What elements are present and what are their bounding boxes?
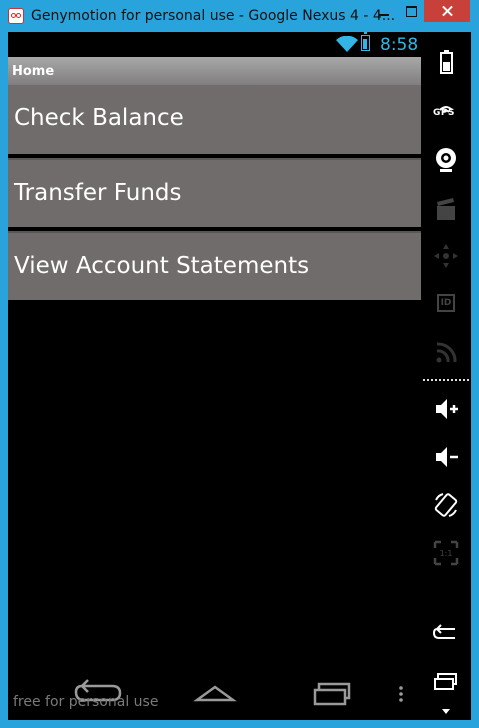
scroll-down-arrow-icon[interactable] — [431, 704, 461, 718]
minimize-button[interactable] — [370, 0, 398, 22]
volume-up-icon[interactable] — [431, 394, 461, 424]
pixel-perfect-icon[interactable]: 1:1 — [431, 538, 461, 568]
overflow-menu-button[interactable] — [391, 674, 411, 710]
genymotion-app-icon — [8, 8, 24, 24]
status-bar: 8:58 — [8, 32, 421, 57]
android-screen: 8:58 Home Check Balance Transfer Funds V… — [8, 32, 421, 720]
battery-icon — [361, 32, 370, 51]
recent-apps-nav-button[interactable] — [303, 674, 363, 710]
genymotion-toolbar: GPS ID 1:1 — [421, 32, 471, 720]
volume-down-icon[interactable] — [431, 442, 461, 472]
back-button-icon[interactable] — [431, 618, 461, 648]
view-account-statements-item[interactable]: View Account Statements — [8, 231, 421, 300]
emulator-frame: 8:58 Home Check Balance Transfer Funds V… — [8, 32, 471, 720]
menu-list: Check Balance Transfer Funds View Accoun… — [8, 85, 421, 300]
transfer-funds-item[interactable]: Transfer Funds — [8, 158, 421, 227]
rss-signal-icon[interactable] — [431, 337, 461, 367]
wifi-icon — [336, 36, 358, 52]
gps-label: GPS — [433, 108, 455, 118]
menu-item-label: View Account Statements — [14, 253, 310, 279]
id-label: ID — [437, 294, 455, 312]
page-title: Home — [12, 64, 55, 79]
remote-control-icon[interactable] — [431, 241, 461, 271]
pixel-ratio-label: 1:1 — [440, 549, 453, 558]
camera-widget-icon[interactable] — [431, 145, 461, 175]
status-clock: 8:58 — [380, 35, 419, 55]
menu-item-label: Transfer Funds — [14, 180, 182, 206]
gps-widget-icon[interactable]: GPS — [431, 100, 461, 130]
window-title: Genymotion for personal use - Google Nex… — [31, 8, 396, 24]
rotate-screen-icon[interactable] — [431, 490, 461, 520]
screencast-widget-icon[interactable] — [431, 194, 461, 224]
maximize-button[interactable] — [398, 0, 424, 22]
battery-level-fill — [363, 39, 367, 49]
home-nav-button[interactable] — [185, 674, 245, 710]
menu-item-label: Check Balance — [14, 105, 184, 131]
close-button[interactable] — [424, 0, 470, 22]
battery-widget-icon[interactable] — [431, 48, 461, 78]
action-bar: Home — [8, 57, 421, 85]
device-id-icon[interactable]: ID — [431, 289, 461, 319]
window-titlebar[interactable]: Genymotion for personal use - Google Nex… — [0, 0, 479, 32]
toolbar-divider — [423, 379, 469, 381]
navigation-bar — [8, 662, 421, 720]
personal-use-watermark: free for personal use — [13, 694, 159, 710]
check-balance-item[interactable]: Check Balance — [8, 85, 421, 154]
recent-apps-button-icon[interactable] — [431, 668, 461, 698]
